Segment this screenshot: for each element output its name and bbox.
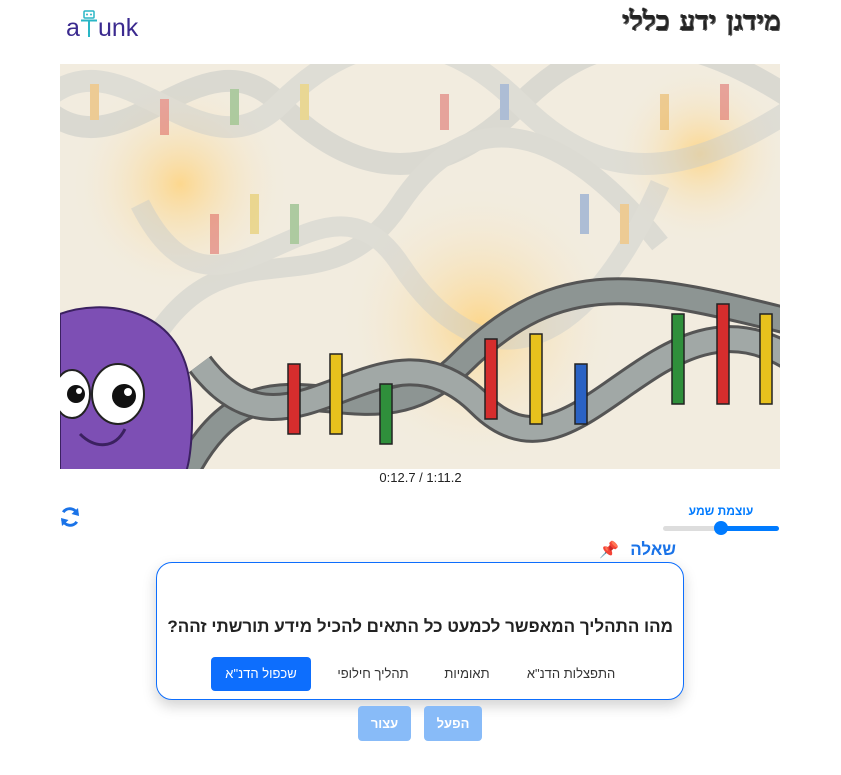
play-button[interactable]: הפעל — [424, 706, 482, 741]
stop-button[interactable]: עצור — [358, 706, 411, 741]
logo: a unk — [64, 6, 146, 46]
answer-option[interactable]: שכפול הדנ"א — [211, 657, 311, 691]
volume-label: עוצמת שמע — [688, 504, 754, 518]
video-time-display: 0:12.7 / 1:11.2 — [379, 470, 462, 485]
volume-slider-thumb[interactable] — [714, 521, 728, 535]
video-player[interactable] — [60, 64, 780, 469]
pushpin-icon: 📌 — [599, 540, 619, 559]
app-title: מידגן ידע כללי — [622, 6, 781, 37]
volume-slider-fill — [721, 526, 779, 531]
answer-option[interactable]: תהליך חילופי — [323, 657, 423, 691]
answer-option[interactable]: תאומיות — [425, 657, 509, 691]
svg-text:unk: unk — [98, 14, 139, 42]
question-card: מהו התהליך המאפשר לכמעט כל התאים להכיל מ… — [156, 562, 684, 700]
answer-option[interactable]: התפצלות הדנ"א — [511, 657, 631, 691]
refresh-button[interactable] — [58, 505, 82, 529]
svg-text:a: a — [66, 14, 80, 42]
volume-slider[interactable] — [663, 520, 779, 536]
question-heading: שאלה — [630, 540, 676, 559]
video-frame-dna-image — [60, 64, 780, 469]
question-text: מהו התהליך המאפשר לכמעט כל התאים להכיל מ… — [167, 617, 673, 636]
refresh-icon — [61, 507, 79, 527]
volume-control: עוצמת שמע — [663, 504, 779, 536]
answer-options: שכפול הדנ"א תהליך חילופי תאומיות התפצלות… — [157, 657, 683, 691]
aitunk-logo-image: a unk — [66, 10, 139, 42]
